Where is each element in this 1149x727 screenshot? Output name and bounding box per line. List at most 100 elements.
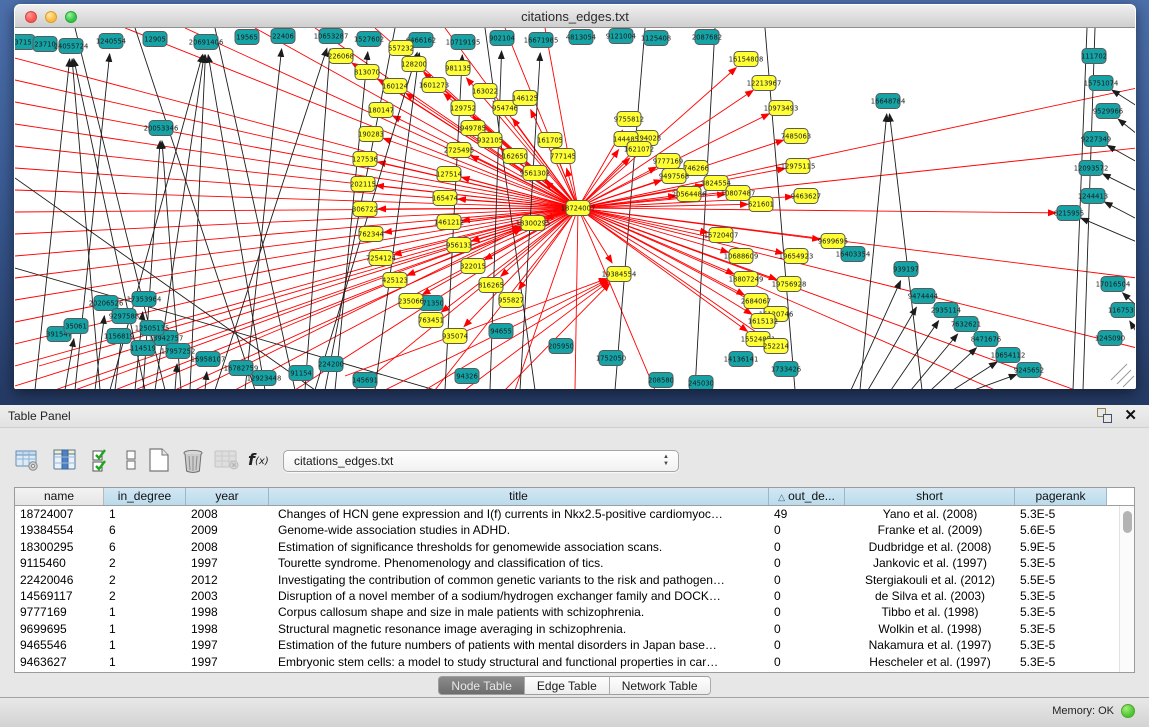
column-header-year[interactable]: year (186, 488, 269, 505)
cell-title[interactable]: Estimation of the future numbers of pati… (269, 637, 769, 653)
cell-title[interactable]: Investigating the contribution of common… (269, 572, 769, 588)
cell-pagerank[interactable]: 5.3E-5 (1015, 621, 1107, 637)
table-row[interactable]: 1872400712008Changes of HCN gene express… (15, 506, 1134, 522)
graph-node[interactable]: 813070 (354, 65, 380, 80)
graph-node[interactable]: 1461212 (434, 215, 464, 230)
graph-node[interactable]: 94326 (455, 369, 479, 384)
cell-in_degree[interactable]: 1 (104, 506, 186, 522)
cell-name[interactable]: 19384554 (15, 522, 104, 538)
graph-node[interactable]: 9699695 (818, 234, 848, 249)
function-builder-icon[interactable]: f(x) (246, 444, 276, 476)
column-header-pagerank[interactable]: pagerank (1015, 488, 1107, 505)
graph-node[interactable]: 18300295 (516, 216, 551, 231)
graph-node[interactable]: 3715 (15, 35, 35, 50)
cell-out_de[interactable]: 0 (769, 654, 845, 670)
scrollbar-thumb[interactable] (1123, 511, 1132, 533)
minimize-window-button[interactable] (45, 11, 57, 23)
network-view-window[interactable]: citations_edges.txt 37152371024055724124… (14, 4, 1136, 389)
graph-node[interactable]: 202115 (350, 177, 376, 192)
cell-year[interactable]: 2009 (186, 522, 269, 538)
graph-node[interactable]: 10973493 (764, 101, 799, 116)
cell-in_degree[interactable]: 1 (104, 654, 186, 670)
graph-node[interactable]: 425123 (382, 273, 408, 288)
cell-short[interactable]: Franke et al. (2009) (845, 522, 1015, 538)
graph-node[interactable]: 10719195 (446, 35, 481, 50)
table-row[interactable]: 977716911998Corpus callosum shape and si… (15, 604, 1134, 620)
graph-node[interactable]: 932105 (477, 133, 503, 148)
graph-node[interactable]: 955827 (498, 293, 524, 308)
cell-pagerank[interactable]: 5.3E-5 (1015, 588, 1107, 604)
cell-name[interactable]: 9115460 (15, 555, 104, 571)
graph-node[interactable]: 205950 (548, 339, 574, 354)
graph-node[interactable]: 10688609 (724, 249, 759, 264)
graph-node[interactable]: 1125408 (641, 31, 671, 46)
float-panel-icon[interactable] (1097, 408, 1112, 423)
graph-node[interactable]: 224200 (318, 357, 344, 372)
cell-year[interactable]: 2008 (186, 539, 269, 555)
graph-node[interactable]: 7254124 (366, 251, 396, 266)
graph-node[interactable]: 16958107 (191, 352, 226, 367)
table-select-dropdown[interactable]: citations_edges.txt ▲▼ (283, 450, 679, 472)
graph-node[interactable]: 160124 (382, 79, 408, 94)
graph-node[interactable]: 1244413 (1078, 189, 1108, 204)
graph-node[interactable]: 9227349 (1081, 132, 1111, 147)
cell-year[interactable]: 2008 (186, 506, 269, 522)
graph-node[interactable]: 12505135 (135, 321, 170, 336)
graph-node[interactable]: 7632621 (951, 317, 981, 332)
graph-node[interactable]: 9497568 (659, 169, 689, 184)
cell-in_degree[interactable]: 2 (104, 572, 186, 588)
cell-in_degree[interactable]: 2 (104, 555, 186, 571)
graph-node[interactable]: 20564486 (672, 187, 707, 202)
cell-short[interactable]: Yano et al. (2008) (845, 506, 1015, 522)
graph-node[interactable]: 8471676 (971, 332, 1001, 347)
cell-in_degree[interactable]: 1 (104, 621, 186, 637)
graph-node[interactable]: 17353964 (127, 292, 162, 307)
cell-name[interactable]: 14569117 (15, 588, 104, 604)
select-columns-icon[interactable] (86, 444, 116, 476)
graph-node[interactable]: 902104 (489, 31, 515, 46)
cell-short[interactable]: Nakamura et al. (1997) (845, 637, 1015, 653)
cell-title[interactable]: Disruption of a novel member of a sodium… (269, 588, 769, 604)
tab-network-table[interactable]: Network Table (610, 676, 711, 695)
cell-short[interactable]: Wolkin et al. (1998) (845, 621, 1015, 637)
graph-node[interactable]: 9755812 (614, 112, 644, 127)
graph-node[interactable]: 1601273 (419, 78, 449, 93)
new-table-icon[interactable] (144, 444, 174, 476)
cell-in_degree[interactable]: 6 (104, 522, 186, 538)
graph-node[interactable]: 91154 (289, 366, 313, 381)
column-header-name[interactable]: name (15, 488, 104, 505)
graph-node[interactable]: 777145 (550, 149, 576, 164)
graph-node[interactable]: 816265 (478, 278, 504, 293)
graph-node[interactable]: 165474 (432, 191, 458, 206)
cell-title[interactable]: Genome-wide association studies in ADHD. (269, 522, 769, 538)
graph-node[interactable]: 557232 (388, 41, 414, 56)
graph-node[interactable]: 114519 (130, 341, 156, 356)
cell-short[interactable]: Dudbridge et al. (2008) (845, 539, 1015, 555)
table-settings-icon[interactable] (12, 444, 42, 476)
cell-short[interactable]: Stergiakouli et al. (2012) (845, 572, 1015, 588)
graph-node[interactable]: 9121004 (606, 29, 636, 44)
network-svg[interactable]: 3715237102405572412405541290520691406195… (15, 28, 1135, 389)
graph-node[interactable]: 15720407 (704, 228, 739, 243)
graph-node[interactable]: 226068 (328, 49, 354, 64)
cell-pagerank[interactable]: 5.3E-5 (1015, 555, 1107, 571)
graph-node[interactable]: 1156819 (104, 329, 134, 344)
graph-node[interactable]: 19654923 (779, 249, 814, 264)
table-row[interactable]: 946362711997Embryonic stem cells: a mode… (15, 654, 1134, 670)
zoom-window-button[interactable] (65, 11, 77, 23)
graph-node[interactable]: 12905 (143, 32, 167, 47)
cell-name[interactable]: 22420046 (15, 572, 104, 588)
graph-node[interactable]: 15751074 (1084, 76, 1119, 91)
cell-title[interactable]: Tourette syndrome. Phenomenology and cla… (269, 555, 769, 571)
graph-node[interactable]: 180147 (368, 103, 394, 118)
cell-out_de[interactable]: 0 (769, 572, 845, 588)
graph-node[interactable]: 939197 (893, 262, 919, 277)
graph-node[interactable]: 190283 (358, 127, 384, 142)
graph-node[interactable]: 16671985 (524, 33, 559, 48)
tab-node-table[interactable]: Node Table (438, 676, 525, 695)
graph-node[interactable]: 161705 (537, 133, 563, 148)
cell-short[interactable]: Jankovic et al. (1997) (845, 555, 1015, 571)
graph-node[interactable]: 20053346 (144, 121, 179, 136)
row-options-icon[interactable] (116, 444, 146, 476)
table-row[interactable]: 946554611997Estimation of the future num… (15, 637, 1134, 653)
